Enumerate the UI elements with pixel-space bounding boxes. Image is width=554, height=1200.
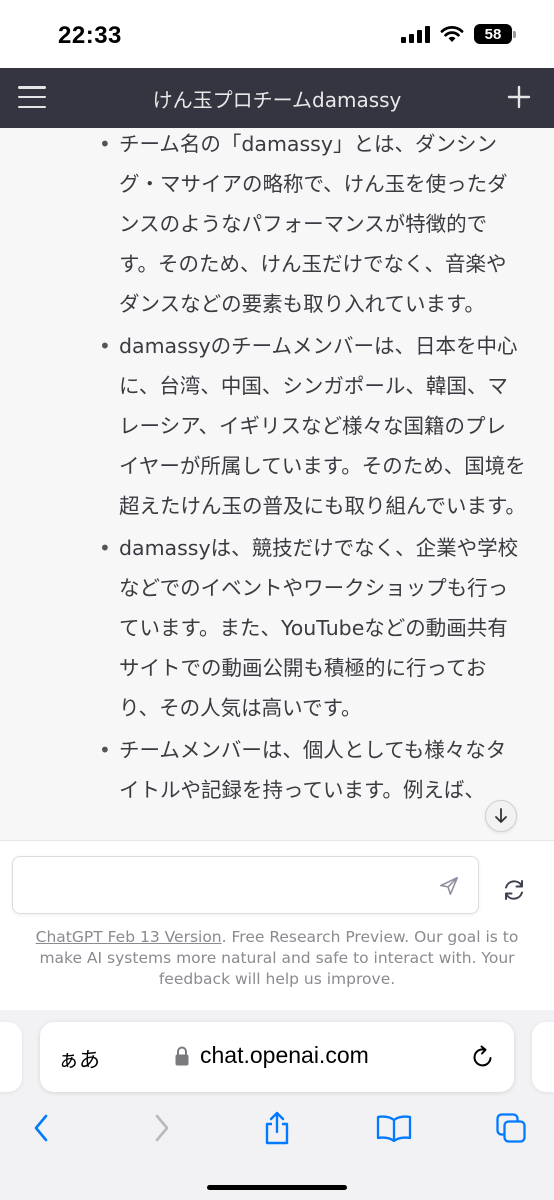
list-item-text: damassyは、競技だけでなく、企業や学校などでのイベントやワークショップも行…: [119, 536, 519, 720]
home-indicator[interactable]: [207, 1185, 347, 1190]
safari-toolbar: [0, 1098, 554, 1158]
bookmarks-button[interactable]: [374, 1108, 414, 1148]
message-input[interactable]: [12, 856, 479, 914]
list-item-text: damassyのチームメンバーは、日本を中心に、台湾、中国、シンガポール、韓国、…: [119, 334, 526, 518]
list-item: • damassyのチームメンバーは、日本を中心に、台湾、中国、シンガポール、韓…: [0, 326, 554, 526]
response-list: • チーム名の「damassy」とは、ダンシング・マサイアの略称で、けん玉を使っ…: [0, 128, 554, 812]
list-item: • damassyは、競技だけでなく、企業や学校などでのイベントやワークショップ…: [0, 528, 554, 728]
version-link[interactable]: ChatGPT Feb 13 Version: [36, 928, 222, 946]
list-item-text: チーム名の「damassy」とは、ダンシング・マサイアの略称で、けん玉を使ったダ…: [119, 132, 508, 316]
list-item: • チームメンバーは、個人としても様々なタイトルや記録を持っています。例えば、: [0, 730, 554, 810]
browser-chrome: ぁあ chat.openai.com: [0, 1010, 554, 1200]
arrow-down-icon: [495, 808, 507, 823]
cellular-signal-icon: [401, 25, 430, 43]
bullet-icon: •: [99, 536, 111, 560]
disclaimer: ChatGPT Feb 13 Version. Free Research Pr…: [14, 927, 540, 990]
book-icon: [376, 1115, 412, 1142]
tabs-icon: [496, 1113, 526, 1143]
battery-icon: 58: [474, 24, 516, 44]
scroll-to-bottom-button[interactable]: [485, 800, 517, 832]
plus-icon[interactable]: [506, 84, 532, 110]
previous-tab-peek[interactable]: [0, 1022, 22, 1092]
composer: ChatGPT Feb 13 Version. Free Research Pr…: [0, 840, 554, 1010]
status-icons: 58: [401, 24, 516, 44]
url-text[interactable]: chat.openai.com: [200, 1042, 369, 1069]
bullet-icon: •: [99, 334, 111, 358]
page-settings-button[interactable]: ぁあ: [58, 1044, 100, 1074]
share-icon: [265, 1111, 289, 1145]
send-icon[interactable]: [438, 875, 460, 897]
address-bar[interactable]: ぁあ chat.openai.com: [40, 1022, 514, 1092]
back-button[interactable]: [21, 1108, 61, 1148]
status-bar: 22:33 58: [0, 0, 554, 68]
bullet-icon: •: [99, 738, 111, 762]
bullet-icon: •: [99, 132, 111, 156]
forward-button[interactable]: [142, 1108, 182, 1148]
list-item: • チーム名の「damassy」とは、ダンシング・マサイアの略称で、けん玉を使っ…: [0, 128, 554, 324]
regenerate-icon[interactable]: [501, 877, 527, 903]
status-time: 22:33: [58, 22, 122, 49]
chat-header: けん玉プロチームdamassy: [0, 68, 554, 128]
battery-level: 58: [484, 25, 502, 43]
share-button[interactable]: [257, 1108, 297, 1148]
list-item-text: チームメンバーは、個人としても様々なタイトルや記録を持っています。例えば、: [119, 738, 507, 802]
wifi-icon: [440, 26, 464, 42]
lock-icon: [175, 1046, 189, 1066]
chevron-left-icon: [34, 1114, 48, 1142]
hamburger-icon[interactable]: [18, 86, 46, 108]
chat-messages: • チーム名の「damassy」とは、ダンシング・マサイアの略称で、けん玉を使っ…: [0, 128, 554, 840]
tabs-button[interactable]: [491, 1108, 531, 1148]
reload-icon[interactable]: [470, 1044, 496, 1070]
chevron-right-icon: [155, 1114, 169, 1142]
next-tab-peek[interactable]: [532, 1022, 554, 1092]
page-title: けん玉プロチームdamassy: [152, 87, 402, 112]
